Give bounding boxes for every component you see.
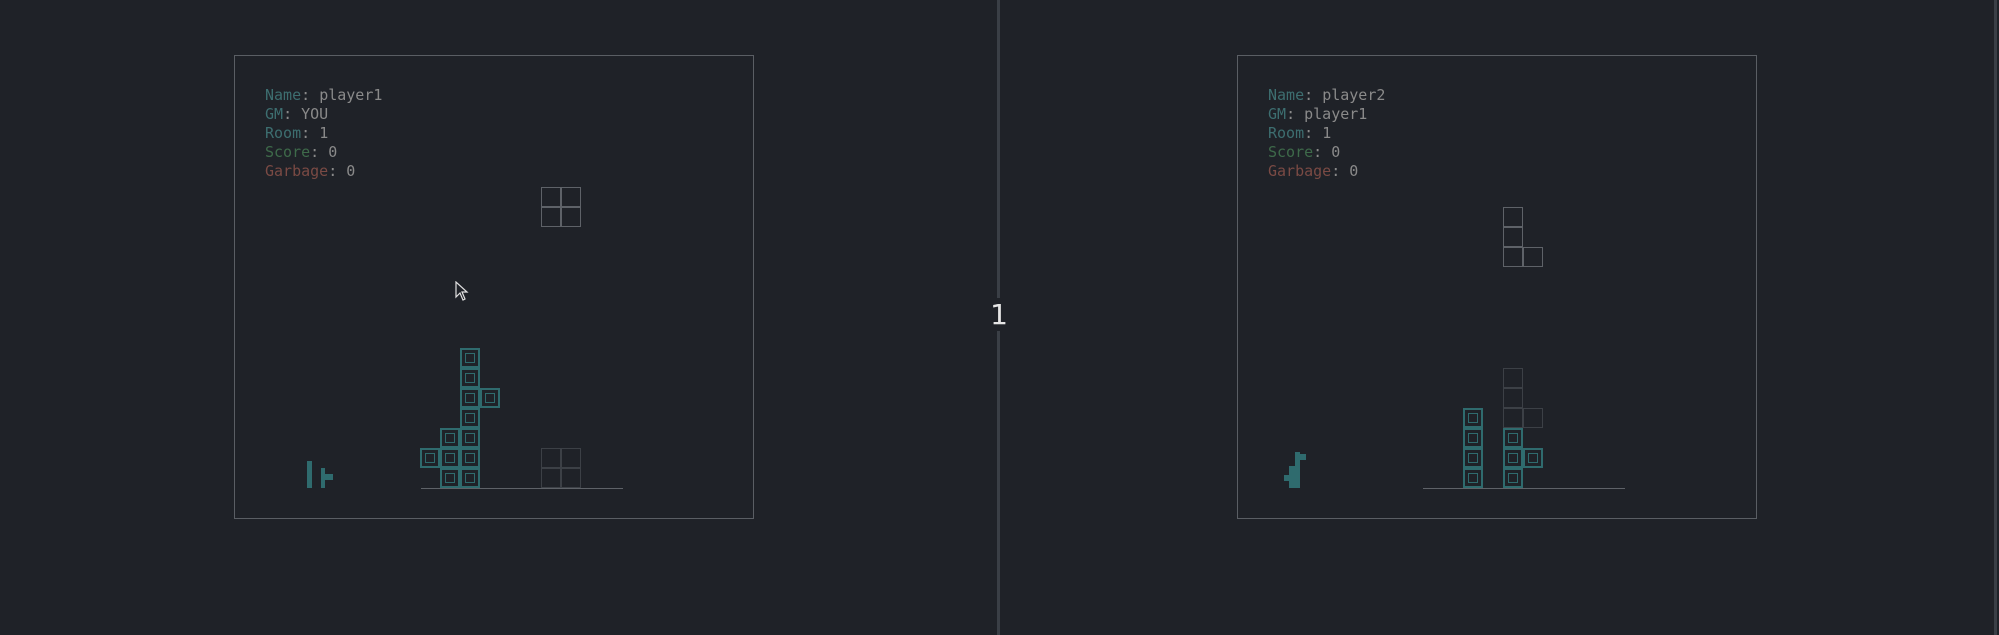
room-value: 1 (319, 124, 329, 142)
board-block (1503, 428, 1523, 448)
board-block (460, 348, 480, 368)
next-piece-cell (1503, 247, 1523, 267)
name-label: Name (1268, 86, 1305, 104)
gm-row: GM: YOU (265, 105, 382, 124)
name-value: player2 (1322, 86, 1386, 104)
board-block (480, 388, 500, 408)
ghost-piece-cell (1523, 408, 1543, 428)
board-block (440, 448, 460, 468)
next-piece-cell (1503, 207, 1523, 227)
board-block (460, 388, 480, 408)
board-block (1463, 408, 1483, 428)
board-block (460, 428, 480, 448)
garbage-row: Garbage: 0 (1268, 162, 1385, 181)
board-block (460, 448, 480, 468)
room-label: Room (265, 124, 302, 142)
spectrum-bar (307, 461, 312, 488)
next-piece-cell (561, 187, 581, 207)
name-value: player1 (319, 86, 383, 104)
colon: : (283, 105, 302, 123)
ghost-piece-cell (1503, 388, 1523, 408)
garbage-value: 0 (346, 162, 356, 180)
board-block (1503, 448, 1523, 468)
gm-label: GM (265, 105, 284, 123)
room-row: Room: 1 (265, 124, 382, 143)
garbage-label: Garbage (265, 162, 329, 180)
board-block (460, 408, 480, 428)
room-row: Room: 1 (1268, 124, 1385, 143)
ghost-piece-cell (541, 468, 561, 488)
score-row: Score: 0 (265, 143, 382, 162)
board-block (440, 428, 460, 448)
colon: : (1331, 162, 1350, 180)
garbage-label: Garbage (1268, 162, 1332, 180)
center-room-number: 1 (984, 298, 1014, 331)
score-label: Score (1268, 143, 1314, 161)
colon: : (301, 124, 320, 142)
next-piece-cell (541, 187, 561, 207)
board-block (1463, 468, 1483, 488)
board-block (1523, 448, 1543, 468)
board-block (440, 468, 460, 488)
garbage-row: Garbage: 0 (265, 162, 382, 181)
room-label: Room (1268, 124, 1305, 142)
ghost-piece-cell (1503, 368, 1523, 388)
colon: : (1286, 105, 1305, 123)
player2-info: Name: player2 GM: player1 Room: 1 Score:… (1268, 86, 1385, 181)
gm-value: YOU (301, 105, 329, 123)
name-row: Name: player2 (1268, 86, 1385, 105)
score-value: 0 (328, 143, 338, 161)
board-block (460, 468, 480, 488)
board-floor (421, 488, 623, 489)
mouse-pointer-icon (455, 281, 469, 301)
board-floor (1423, 488, 1625, 489)
spectrum-bar (325, 474, 333, 480)
board-block (460, 368, 480, 388)
board-block (1463, 448, 1483, 468)
colon: : (1304, 86, 1323, 104)
gm-label: GM (1268, 105, 1287, 123)
name-label: Name (265, 86, 302, 104)
spectrum-bar (1289, 466, 1295, 488)
right-edge-bar (1994, 0, 1997, 635)
player2-game-panel: Name: player2 GM: player1 Room: 1 Score:… (1237, 55, 1757, 519)
next-piece-cell (561, 207, 581, 227)
gm-value: player1 (1304, 105, 1368, 123)
colon: : (1313, 143, 1332, 161)
spectrum-bar (1300, 454, 1306, 460)
board-block (420, 448, 440, 468)
ghost-piece-cell (1503, 408, 1523, 428)
player1-game-panel: Name: player1 GM: YOU Room: 1 Score: 0 G… (234, 55, 754, 519)
player1-info: Name: player1 GM: YOU Room: 1 Score: 0 G… (265, 86, 382, 181)
score-row: Score: 0 (1268, 143, 1385, 162)
ghost-piece-cell (561, 468, 581, 488)
colon: : (310, 143, 329, 161)
gm-row: GM: player1 (1268, 105, 1385, 124)
next-piece-cell (541, 207, 561, 227)
colon: : (301, 86, 320, 104)
score-value: 0 (1331, 143, 1341, 161)
colon: : (328, 162, 347, 180)
next-piece-cell (1503, 227, 1523, 247)
colon: : (1304, 124, 1323, 142)
next-piece-cell (1523, 247, 1543, 267)
board-block (1503, 468, 1523, 488)
board-block (1463, 428, 1483, 448)
ghost-piece-cell (541, 448, 561, 468)
score-label: Score (265, 143, 311, 161)
spectrum-bar (1284, 475, 1289, 481)
ghost-piece-cell (561, 448, 581, 468)
room-value: 1 (1322, 124, 1332, 142)
name-row: Name: player1 (265, 86, 382, 105)
garbage-value: 0 (1349, 162, 1359, 180)
